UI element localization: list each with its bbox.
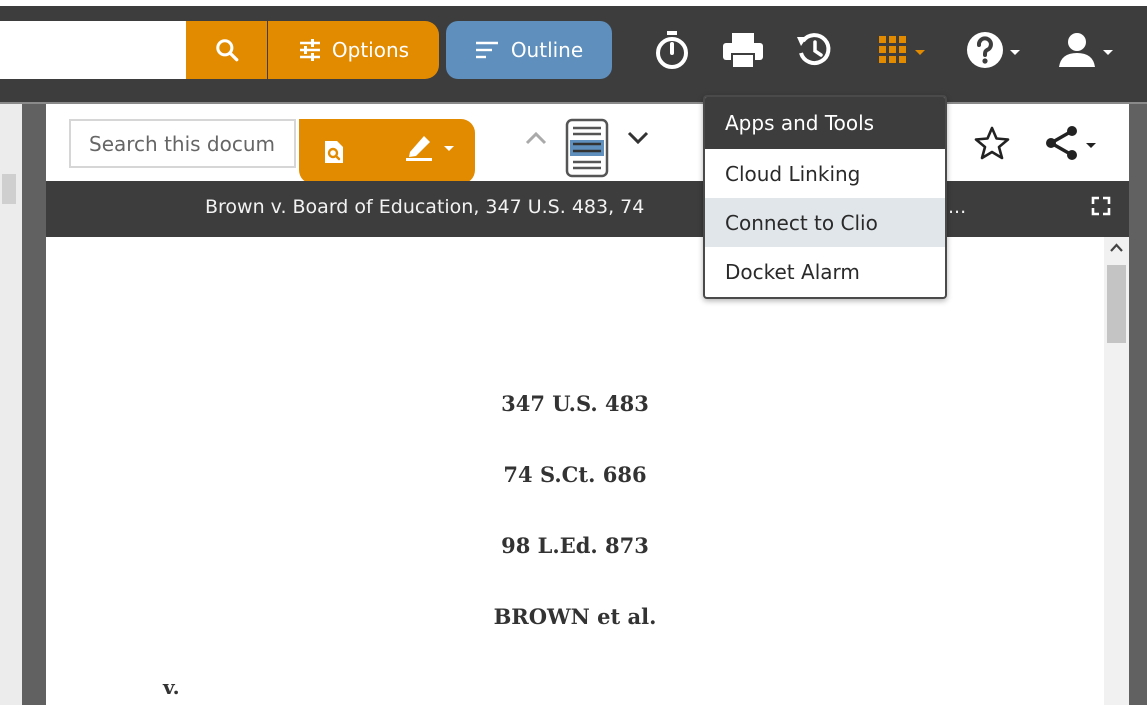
- left-panel-scrollbar[interactable]: [0, 104, 22, 705]
- page-view-icon: [565, 118, 609, 178]
- document-search-input[interactable]: [69, 119, 296, 168]
- help-menu-button[interactable]: [960, 22, 1026, 78]
- top-bar: Options Outline: [0, 0, 1147, 104]
- caret-down-icon: [915, 49, 925, 55]
- citation-supreme-court-reporter: 74 S.Ct. 686: [503, 462, 647, 487]
- caret-down-icon: [1086, 142, 1096, 148]
- favorite-button[interactable]: [974, 126, 1010, 164]
- party-name: BROWN et al.: [493, 604, 657, 629]
- next-hit-button[interactable]: [626, 130, 650, 150]
- left-divider: [22, 104, 46, 705]
- apps-grid-icon: [879, 36, 906, 63]
- left-scroll-thumb[interactable]: [2, 174, 16, 204]
- document-scrollbar[interactable]: [1104, 237, 1129, 705]
- citation-lawyers-edition: 98 L.Ed. 873: [501, 533, 649, 558]
- highlight-tool-button[interactable]: [383, 119, 475, 174]
- versus-text: v.: [163, 675, 180, 699]
- sliders-icon: [299, 39, 320, 61]
- fullscreen-icon: [1091, 196, 1111, 216]
- star-icon: [974, 126, 1010, 160]
- outline-button[interactable]: Outline: [446, 21, 612, 79]
- menu-header-apps-and-tools: Apps and Tools: [705, 97, 945, 149]
- document-search-button[interactable]: [299, 119, 369, 184]
- fullscreen-button[interactable]: [1089, 194, 1113, 218]
- share-icon: [1046, 126, 1077, 160]
- share-button[interactable]: [1042, 124, 1096, 162]
- document-title-bar: Brown v. Board of Education, 347 U.S. 48…: [46, 181, 1147, 237]
- caret-down-icon: [1103, 49, 1113, 55]
- document-scroll-thumb[interactable]: [1107, 265, 1126, 343]
- main-search-input[interactable]: [0, 21, 186, 79]
- citation-us-reports: 347 U.S. 483: [501, 391, 649, 416]
- right-divider: [1129, 104, 1147, 705]
- outline-lines-icon: [475, 41, 498, 59]
- search-button[interactable]: [186, 21, 267, 79]
- print-button[interactable]: [718, 22, 768, 78]
- timer-button[interactable]: [650, 22, 694, 78]
- document-title: Brown v. Board of Education, 347 U.S. 48…: [205, 196, 645, 218]
- chevron-up-icon: [525, 131, 547, 145]
- help-icon: [967, 32, 1003, 68]
- menu-item-cloud-linking[interactable]: Cloud Linking: [705, 149, 945, 198]
- document-body: 347 U.S. 483 74 S.Ct. 686 98 L.Ed. 873 B…: [46, 237, 1104, 705]
- previous-hit-button[interactable]: [524, 130, 548, 150]
- outline-label: Outline: [510, 38, 584, 62]
- options-label: Options: [331, 38, 410, 62]
- apps-menu-button[interactable]: [866, 22, 936, 78]
- doc-search-icon: [325, 140, 343, 163]
- document-title-ellipsis: ...: [948, 196, 967, 218]
- history-button[interactable]: [792, 22, 836, 78]
- menu-item-connect-to-clio[interactable]: Connect to Clio: [705, 198, 945, 247]
- scroll-up-icon[interactable]: [1110, 243, 1123, 252]
- apps-and-tools-menu: Apps and Tools Cloud Linking Connect to …: [703, 95, 947, 299]
- options-button[interactable]: Options: [268, 21, 439, 79]
- document-toolbar: [46, 104, 1147, 184]
- top-edge: [0, 0, 1147, 6]
- timer-icon: [656, 31, 688, 69]
- search-icon: [215, 39, 238, 62]
- print-icon: [723, 33, 763, 69]
- chevron-down-icon: [627, 131, 649, 145]
- highlighter-icon: [406, 135, 432, 161]
- user-menu-button[interactable]: [1046, 22, 1124, 78]
- page-view-button[interactable]: [564, 118, 610, 178]
- caret-down-icon: [1010, 49, 1020, 55]
- history-icon: [797, 33, 831, 66]
- user-icon: [1059, 33, 1095, 67]
- document-action-group: [299, 119, 475, 184]
- caret-down-icon: [444, 146, 454, 151]
- menu-item-docket-alarm[interactable]: Docket Alarm: [705, 247, 945, 296]
